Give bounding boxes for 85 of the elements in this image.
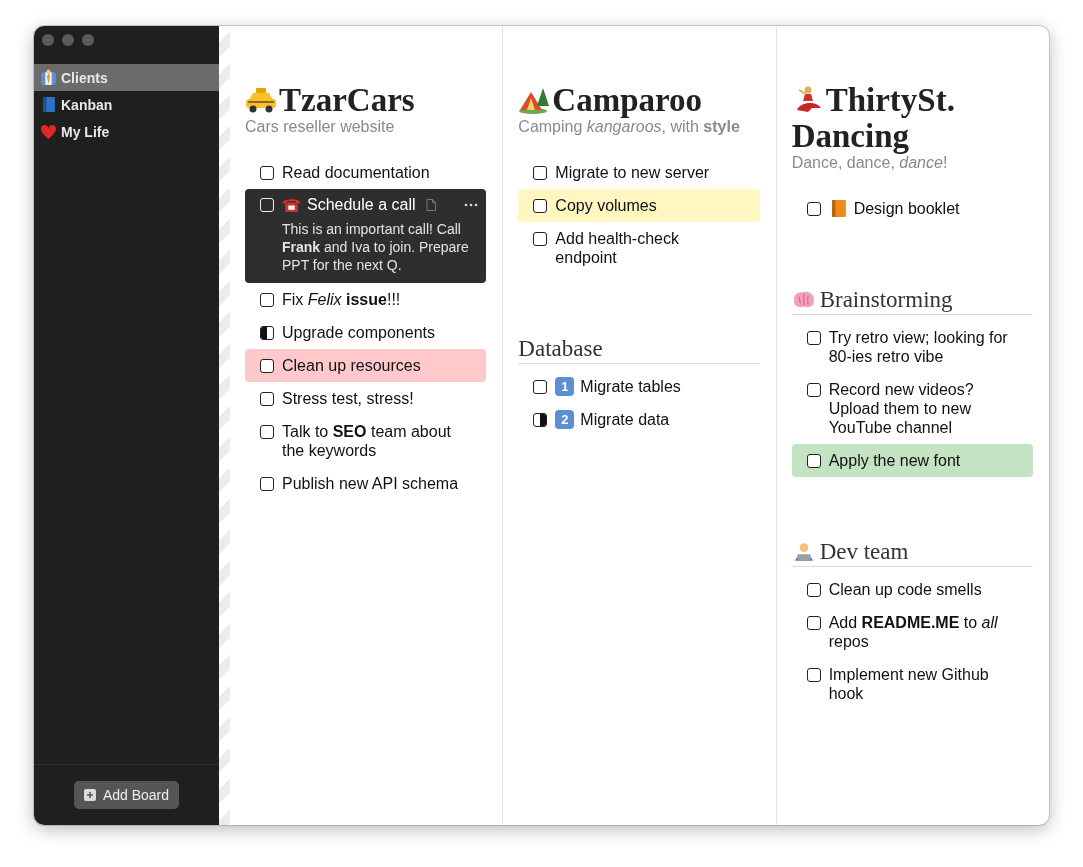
- number-badge: 1: [555, 377, 575, 396]
- number-badge: 2: [555, 410, 575, 429]
- task-checkbox[interactable]: [260, 293, 274, 307]
- window-minimize-button[interactable]: [62, 34, 74, 46]
- task-card[interactable]: Fix Felix issue!!!: [245, 283, 487, 316]
- section-heading: Dev team: [791, 539, 1033, 567]
- board-item[interactable]: My Life: [34, 118, 219, 145]
- note-icon: [425, 199, 436, 211]
- task-card[interactable]: Copy volumes: [518, 189, 760, 222]
- brain-icon: [791, 290, 816, 310]
- task-checkbox[interactable]: [533, 413, 548, 427]
- task-checkbox[interactable]: [533, 199, 548, 213]
- task-card[interactable]: Read documentation: [245, 156, 487, 189]
- board-item[interactable]: Kanban: [34, 91, 219, 118]
- board-item[interactable]: Clients: [34, 64, 219, 91]
- task-card[interactable]: Implement new Github hook: [791, 658, 1033, 710]
- book-icon: [40, 96, 57, 113]
- task-text: Apply the new font: [828, 451, 962, 470]
- task-card[interactable]: Record new videos? Upload them to new YouTube channel: [791, 373, 1033, 444]
- task-text: Try retro view; looking for 80-ies retro vibe: [828, 328, 1009, 366]
- task-text: Implement new Github hook: [828, 665, 990, 703]
- task-text: Upgrade components: [282, 323, 436, 342]
- task-text: Migrate to new server: [555, 163, 711, 182]
- task-card[interactable]: Migrate to new server: [518, 156, 760, 189]
- board-subtitle: Dance, dance, dance!: [791, 154, 949, 172]
- heart-icon: [40, 123, 57, 140]
- task-text: Record new videos? Upload them to new YouTube channel: [828, 380, 975, 437]
- task-card[interactable]: Add health-check endpoint: [518, 222, 760, 274]
- task-text: Migrate data: [580, 410, 671, 429]
- task-checkbox[interactable]: [260, 326, 274, 340]
- board-title: TzarCars: [245, 82, 487, 118]
- task-text: Add health-check endpoint: [555, 229, 680, 267]
- task-text: Design booklet: [853, 199, 961, 218]
- board-subtitle: Cars reseller website: [245, 118, 396, 136]
- task-checkbox[interactable]: [806, 454, 821, 468]
- more-icon[interactable]: [464, 203, 479, 207]
- task-checkbox[interactable]: [260, 477, 274, 491]
- task-checkbox[interactable]: [533, 380, 548, 394]
- task-checkbox[interactable]: [806, 383, 821, 397]
- task-checkbox[interactable]: [260, 425, 274, 439]
- task-card[interactable]: 2 Migrate data: [518, 403, 760, 436]
- task-card[interactable]: Publish new API schema: [245, 467, 487, 500]
- taxi-icon: [245, 86, 277, 114]
- task-checkbox[interactable]: [806, 616, 821, 630]
- task-note: This is an important call! Call Frank and Iva to join. Prepare PPT for the next Q.: [282, 220, 470, 274]
- task-checkbox[interactable]: [260, 359, 274, 373]
- task-text: Migrate tables: [580, 377, 682, 396]
- board-subtitle: Camping kangaroos, with style: [518, 118, 741, 136]
- task-text: Add README.ME to all repos: [828, 613, 999, 651]
- task-text: Copy volumes: [555, 196, 658, 215]
- office-worker-icon: [40, 69, 57, 86]
- task-checkbox[interactable]: [260, 392, 274, 406]
- task-text: Fix Felix issue!!!: [282, 290, 402, 309]
- task-card[interactable]: Clean up resources: [245, 349, 487, 382]
- task-text: Stress test, stress!: [282, 389, 415, 408]
- task-text: Read documentation: [282, 163, 431, 182]
- task-text: Clean up code smells: [828, 580, 983, 599]
- task-checkbox[interactable]: [533, 232, 548, 246]
- task-card[interactable]: Design booklet: [791, 192, 1033, 225]
- task-checkbox[interactable]: [260, 166, 274, 180]
- task-checkbox[interactable]: [533, 166, 548, 180]
- task-checkbox[interactable]: [806, 331, 821, 345]
- task-text: Clean up resources: [282, 356, 422, 375]
- window-zoom-button[interactable]: [82, 34, 94, 46]
- task-text: Talk to SEO team about the keywords: [282, 422, 452, 460]
- add-board-button[interactable]: Add Board: [73, 781, 180, 809]
- task-card[interactable]: Talk to SEO team about the keywords: [245, 415, 487, 467]
- task-checkbox[interactable]: [806, 583, 821, 597]
- plus-icon: [83, 789, 96, 801]
- task-card[interactable]: Add README.ME to all repos: [791, 606, 1033, 658]
- task-card[interactable]: Apply the new font: [791, 444, 1033, 477]
- task-card[interactable]: Stress test, stress!: [245, 382, 487, 415]
- task-card[interactable]: Upgrade components: [245, 316, 487, 349]
- task-checkbox[interactable]: [806, 202, 821, 216]
- tent-icon: [518, 86, 551, 114]
- task-checkbox[interactable]: [806, 668, 821, 682]
- task-card[interactable]: Schedule a call This is an important call! Call Frank and Iva to join. Prepare PPT for the next Q.: [245, 189, 487, 283]
- section-heading: Brainstorming: [791, 287, 1033, 315]
- task-card[interactable]: 1 Migrate tables: [518, 370, 760, 403]
- section-heading: Database: [518, 336, 760, 364]
- window-close-button[interactable]: [42, 34, 54, 46]
- task-card[interactable]: Try retro view; looking for 80-ies retro vibe: [791, 321, 1033, 373]
- task-card[interactable]: Clean up code smells: [791, 573, 1033, 606]
- task-text: Schedule a call: [307, 195, 417, 214]
- task-text: Publish new API schema: [282, 474, 460, 493]
